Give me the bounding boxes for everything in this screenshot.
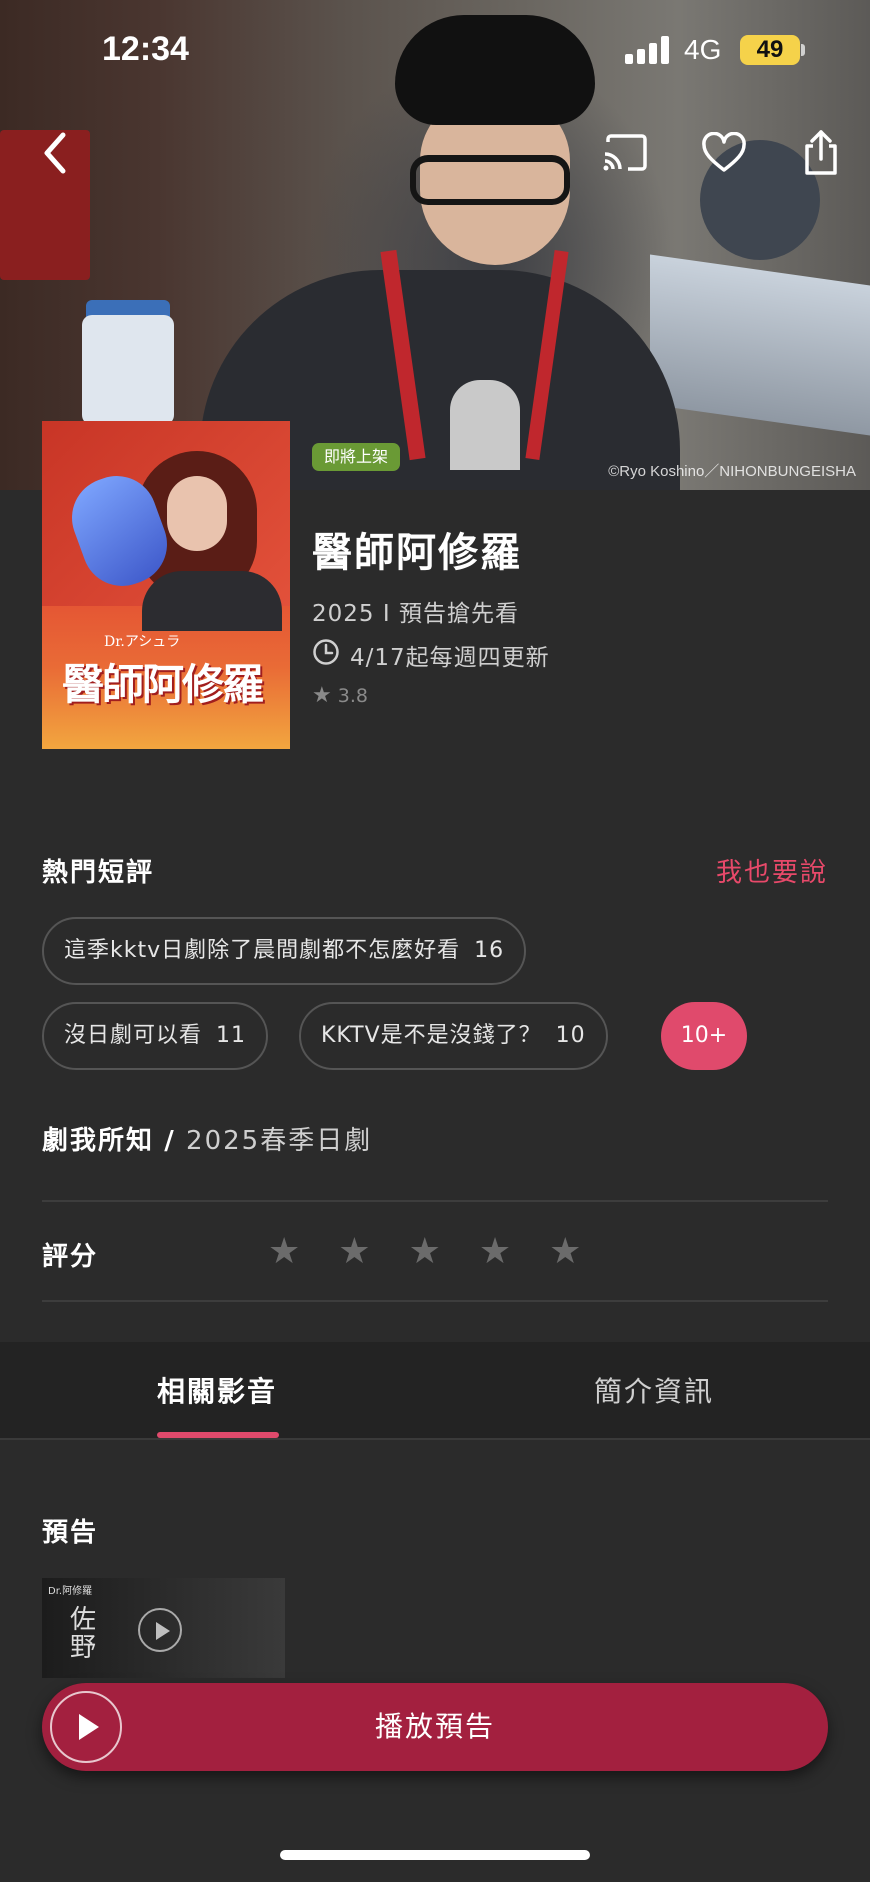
score-stars[interactable]: ★ ★ ★ ★ ★ — [268, 1228, 581, 1276]
knowledge-separator: / — [164, 1126, 176, 1156]
thumbnail-logo: Dr.阿修羅 — [48, 1586, 93, 1597]
cast-icon[interactable] — [597, 125, 653, 181]
poster-subtitle: Dr.アシュラ — [104, 634, 181, 650]
review-chip-text: 這季kktv日劇除了晨間劇都不怎麼好看 — [64, 938, 461, 963]
battery-tip — [801, 44, 805, 56]
status-time: 12:34 — [102, 30, 189, 68]
background-papers — [650, 254, 870, 436]
write-review-link[interactable]: 我也要說 — [716, 852, 828, 889]
play-icon — [138, 1608, 182, 1652]
rating-value: 3.8 — [337, 684, 368, 707]
show-poster[interactable]: Dr.アシュラ 醫師阿修羅 — [42, 421, 290, 749]
review-chip[interactable]: 這季kktv日劇除了晨間劇都不怎麼好看 16 — [42, 917, 527, 985]
actor-glasses — [410, 155, 570, 205]
thumbnail-text: 佐 野 — [70, 1605, 97, 1663]
play-trailer-label: 播放預告 — [374, 1710, 495, 1743]
star-icon[interactable]: ★ — [338, 1228, 370, 1276]
home-indicator — [280, 1850, 590, 1860]
review-chip-count: 11 — [216, 1023, 247, 1048]
poster-title: 醫師阿修羅 — [62, 660, 264, 709]
share-icon[interactable] — [793, 125, 849, 181]
review-chip[interactable]: 沒日劇可以看 11 — [42, 1002, 269, 1070]
back-icon[interactable] — [28, 125, 84, 181]
divider — [42, 1300, 828, 1302]
score-label: 評分 — [42, 1242, 99, 1272]
clock-icon — [312, 638, 340, 672]
knowledge-row[interactable]: 劇我所知 / 2025春季日劇 — [42, 1120, 372, 1157]
divider — [42, 1200, 828, 1202]
star-icon[interactable]: ★ — [409, 1228, 441, 1276]
star-icon[interactable]: ★ — [479, 1228, 511, 1276]
tab-bar — [0, 1342, 870, 1438]
background-bottle — [82, 315, 174, 425]
reviews-title: 熱門短評 — [42, 858, 155, 888]
copyright-text: ©Ryo Koshino／NIHONBUNGEISHA — [608, 463, 856, 480]
trailer-section-title: 預告 — [42, 1518, 99, 1548]
heart-icon[interactable] — [696, 125, 752, 181]
poster-coat — [142, 571, 282, 631]
signal-icon — [625, 36, 671, 64]
update-schedule: 4/17起每週四更新 — [312, 638, 550, 672]
show-title: 醫師阿修羅 — [312, 530, 522, 576]
play-trailer-button[interactable]: 播放預告 — [42, 1683, 828, 1771]
show-meta: 2025 I 預告搶先看 — [312, 601, 519, 627]
review-chip[interactable]: KKTV是不是沒錢了？ 10 — [299, 1002, 608, 1070]
review-chip-count: 10 — [555, 1023, 586, 1048]
star-icon[interactable]: ★ — [268, 1228, 300, 1276]
tab-related-videos[interactable]: 相關影音 — [157, 1370, 277, 1410]
update-text: 4/17起每週四更新 — [350, 645, 550, 671]
coming-soon-badge: 即將上架 — [312, 443, 401, 471]
show-rating: ★ 3.8 — [312, 683, 368, 708]
actor-shirt — [450, 380, 520, 470]
review-chip-text: KKTV是不是沒錢了？ — [321, 1023, 542, 1048]
knowledge-value: 2025春季日劇 — [186, 1126, 373, 1156]
tab-info[interactable]: 簡介資訊 — [594, 1370, 714, 1410]
trailer-thumbnail[interactable]: Dr.阿修羅 佐 野 — [42, 1578, 285, 1678]
review-chip-count: 16 — [474, 938, 505, 963]
more-reviews-button[interactable]: 10+ — [661, 1002, 747, 1070]
poster-face — [167, 476, 227, 551]
review-chip-text: 沒日劇可以看 — [64, 1023, 203, 1048]
battery-icon: 49 — [740, 35, 800, 65]
knowledge-label: 劇我所知 — [42, 1126, 155, 1156]
network-type: 4G — [684, 34, 722, 65]
star-icon[interactable]: ★ — [549, 1228, 581, 1276]
star-icon: ★ — [312, 683, 332, 708]
status-bar: 12:34 4G 49 — [0, 0, 870, 100]
tab-bar-border — [0, 1438, 870, 1440]
battery-level: 49 — [756, 36, 784, 63]
